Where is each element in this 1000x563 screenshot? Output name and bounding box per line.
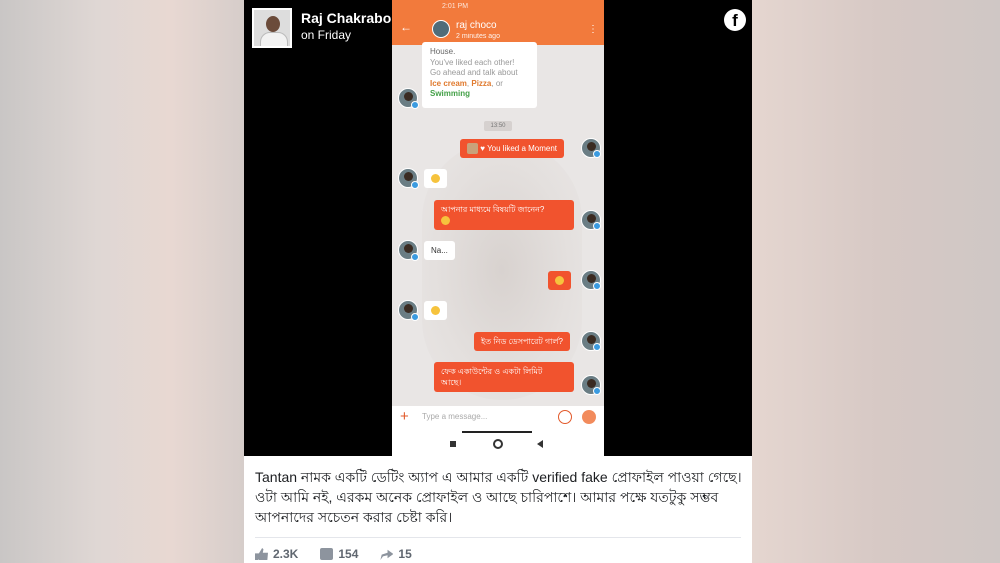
recents-icon[interactable]: [450, 441, 456, 447]
match-card-line2: You've liked each other!: [430, 57, 515, 67]
chat-timestamp: 13:50: [484, 121, 512, 131]
video-player[interactable]: Raj Chakraborty ✔ on Friday f 2:01 PM ← …: [244, 0, 752, 456]
match-card-line1: House.: [430, 47, 456, 56]
topic-separator: , or: [491, 78, 503, 88]
message-input-bar: + Type a message...: [392, 406, 604, 428]
background-right: [752, 0, 1000, 563]
topic-ice-cream[interactable]: Ice cream: [430, 79, 467, 88]
facebook-icon[interactable]: f: [724, 9, 746, 31]
message-fake-limit-line2: আছে।: [441, 378, 462, 387]
emoji-icon: [441, 216, 450, 226]
verified-badge-icon: [593, 343, 601, 351]
verified-badge-icon: [593, 150, 601, 158]
likes-count: 2.3K: [273, 547, 299, 561]
divider: [255, 537, 741, 538]
home-icon[interactable]: [493, 439, 503, 449]
message-fake-limit: ফেক একাউন্টের ও একটা লিমিট আছে।: [434, 362, 574, 392]
background-left: [0, 0, 244, 563]
likes-stat[interactable]: 2.3K: [255, 547, 298, 561]
message-emoji: [424, 169, 447, 188]
plus-icon[interactable]: +: [400, 408, 409, 426]
verified-badge-icon: [411, 101, 419, 109]
verified-badge-icon: [593, 222, 601, 230]
message-question-text: আপনার মাধ্যমে বিষয়টি জানেন?: [441, 205, 545, 214]
message-liked-moment: ♥ You liked a Moment: [460, 139, 565, 159]
heart-icon: ♥: [480, 144, 485, 153]
author-avatar[interactable]: [252, 8, 292, 48]
post-stats: 2.3K 154 15: [255, 547, 434, 561]
chat-subtitle: 2 minutes ago: [456, 33, 500, 40]
comment-icon: [320, 548, 334, 560]
message-liked-moment-text: You liked a Moment: [487, 144, 558, 153]
message-desperate: ইত নিড ডেসপারেট গার্ল?: [474, 332, 570, 351]
shares-stat[interactable]: 15: [380, 547, 412, 561]
message-na: Na...: [424, 241, 455, 260]
emoji-picker-icon[interactable]: [558, 410, 572, 424]
like-icon: [255, 548, 268, 560]
chat-name[interactable]: raj choco: [456, 20, 497, 31]
chat-topbar: 2:01 PM ← raj choco 2 minutes ago ⋮: [392, 0, 604, 45]
send-icon[interactable]: [582, 410, 596, 424]
moment-thumbnail: [467, 143, 478, 155]
back-arrow-icon[interactable]: ←: [400, 20, 412, 34]
emoji-icon: [431, 306, 440, 316]
verified-badge-icon: [411, 313, 419, 321]
topic-pizza[interactable]: Pizza: [471, 79, 491, 88]
message-input[interactable]: Type a message...: [422, 412, 487, 421]
shares-count: 15: [398, 547, 412, 561]
phone-screen: 2:01 PM ← raj choco 2 minutes ago ⋮ Hous…: [392, 0, 604, 456]
match-card: House. You've liked each other! Go ahead…: [422, 42, 537, 108]
post-caption: Tantan নামক একটি ডেটিং অ্যাপ এ আমার একটি…: [255, 469, 742, 525]
comments-count: 154: [338, 547, 359, 561]
emoji-icon: [431, 174, 440, 184]
verified-badge-icon: [593, 387, 601, 395]
match-card-line3: Go ahead and talk about: [430, 68, 518, 77]
topic-swimming[interactable]: Swimming: [430, 89, 529, 100]
android-navbar: [392, 428, 604, 456]
status-time: 2:01 PM: [442, 3, 469, 10]
share-icon: [380, 549, 394, 560]
verified-badge-icon: [411, 253, 419, 261]
menu-dots-icon[interactable]: ⋮: [588, 24, 598, 35]
verified-badge-icon: [411, 181, 419, 189]
emoji-icon: [555, 276, 564, 286]
back-icon[interactable]: [537, 440, 543, 448]
chat-avatar[interactable]: [432, 20, 450, 38]
verified-badge-icon: [593, 282, 601, 290]
facebook-post-card: Raj Chakraborty ✔ on Friday f 2:01 PM ← …: [244, 0, 752, 563]
gesture-line: [462, 431, 532, 433]
comments-stat[interactable]: 154: [320, 547, 358, 561]
message-emoji: [548, 271, 571, 290]
message-fake-limit-line1: ফেক একাউন্টের ও একটা লিমিট: [441, 367, 543, 376]
message-emoji: [424, 301, 447, 320]
message-question: আপনার মাধ্যমে বিষয়টি জানেন?: [434, 200, 574, 230]
